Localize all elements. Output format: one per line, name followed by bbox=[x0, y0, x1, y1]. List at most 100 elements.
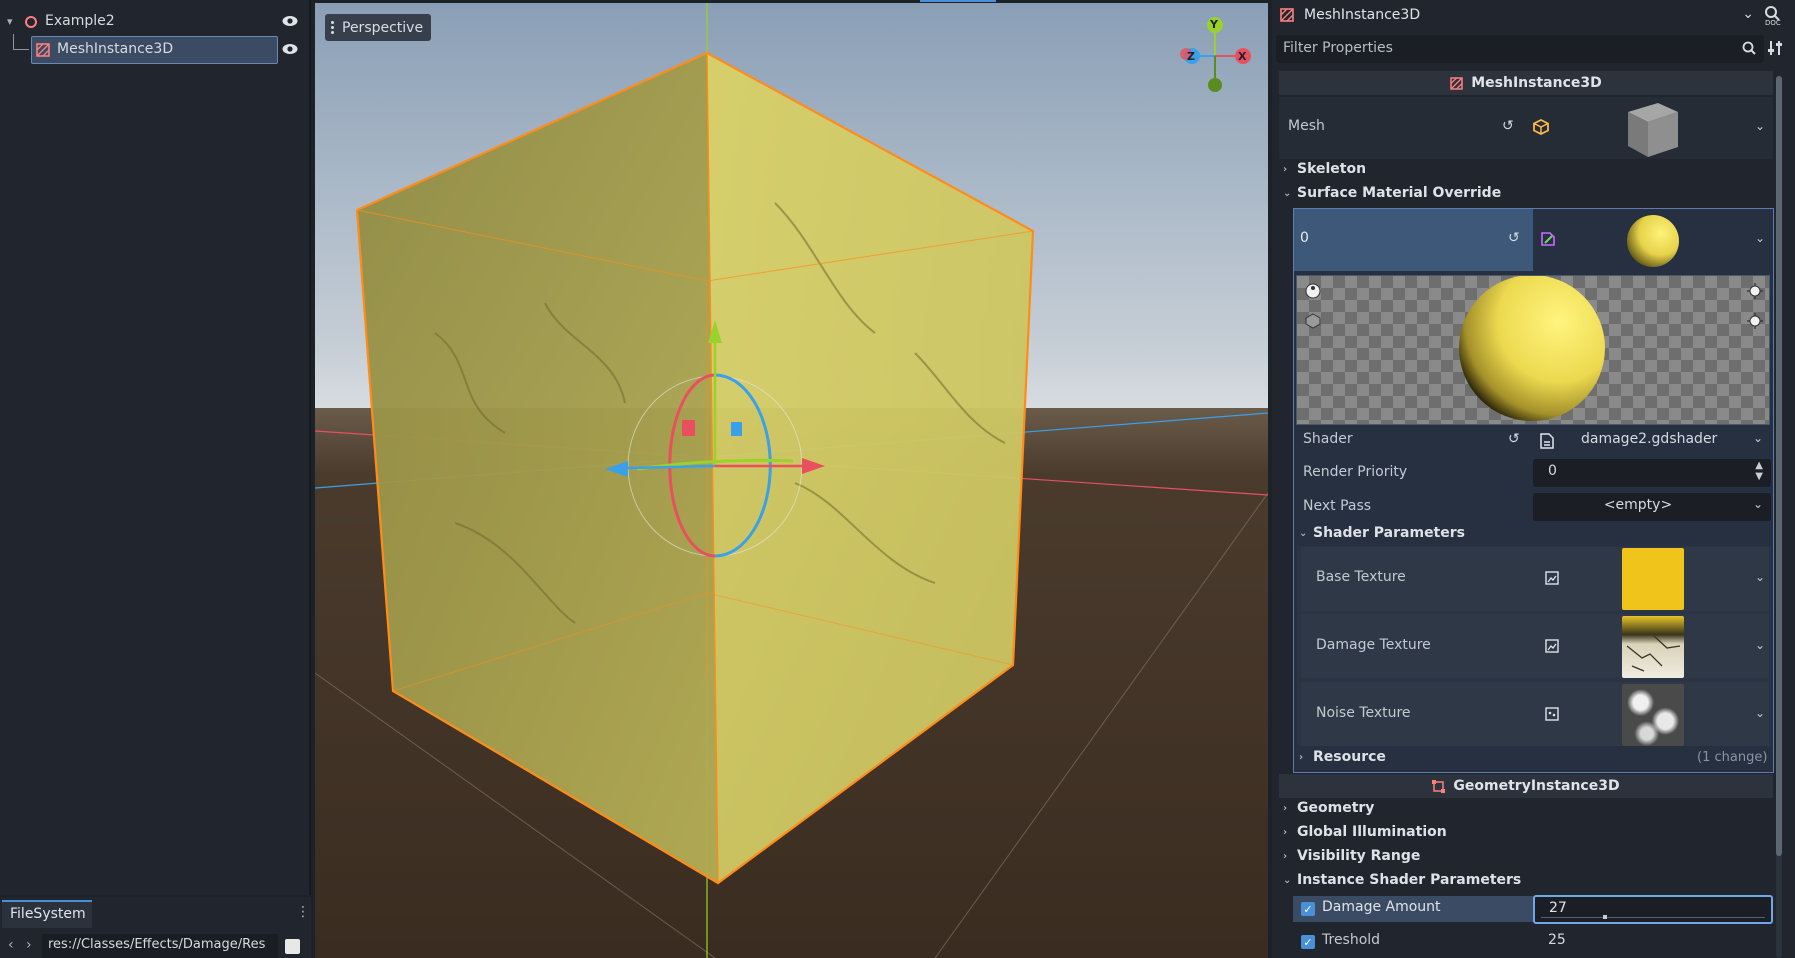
texture2d-icon bbox=[1545, 639, 1559, 657]
material-sphere-preview bbox=[1458, 276, 1606, 422]
mesh-instance-icon bbox=[1450, 76, 1463, 90]
forward-arrow-icon[interactable]: › bbox=[26, 937, 32, 953]
geometry-instance-icon bbox=[1432, 779, 1446, 793]
filter-properties-input[interactable]: Filter Properties bbox=[1276, 35, 1764, 63]
category-label: Resource bbox=[1313, 749, 1386, 765]
damage-amount-slider[interactable] bbox=[1541, 915, 1765, 919]
gizmo-z-label[interactable]: Z bbox=[1187, 50, 1195, 63]
damage-amount-value: 27 bbox=[1549, 900, 1567, 916]
scene-tree-panel: ▾ Example2 MeshInstance3D bbox=[0, 0, 311, 895]
noise-texture-label: Noise Texture bbox=[1316, 705, 1411, 721]
treshold-input[interactable]: 25 bbox=[1533, 928, 1773, 956]
shader-material-icon bbox=[1540, 231, 1556, 251]
next-pass-label: Next Pass bbox=[1303, 498, 1372, 514]
render-priority-label: Render Priority bbox=[1303, 464, 1408, 480]
category-shader-parameters[interactable]: ⌄ Shader Parameters bbox=[1299, 525, 1465, 541]
light1-icon[interactable] bbox=[1747, 283, 1763, 303]
next-pass-picker[interactable]: <empty> ⌄ bbox=[1533, 493, 1771, 521]
light2-icon[interactable] bbox=[1747, 313, 1763, 333]
chevron-down-icon[interactable]: ⌄ bbox=[1755, 231, 1765, 245]
damage-amount-label: Damage Amount bbox=[1322, 899, 1441, 915]
damage-amount-input[interactable]: 27 bbox=[1533, 895, 1773, 924]
shader-value: damage2.gdshader bbox=[1581, 431, 1718, 447]
treshold-label: Treshold bbox=[1322, 932, 1381, 948]
damage-texture-label: Damage Texture bbox=[1316, 637, 1431, 653]
search-icon bbox=[1742, 41, 1756, 59]
tree-item-meshinstance3d[interactable]: MeshInstance3D bbox=[0, 36, 300, 64]
perspective-menu-button[interactable]: Perspective bbox=[325, 14, 432, 41]
shader-resource-picker[interactable]: damage2.gdshader ⌄ bbox=[1533, 428, 1771, 454]
tree-item-example2[interactable]: ▾ Example2 bbox=[0, 8, 300, 36]
gizmo-y-label[interactable]: Y bbox=[1210, 18, 1218, 31]
chevron-down-icon[interactable]: ⌄ bbox=[1742, 6, 1754, 22]
tools-sliders-icon[interactable] bbox=[1768, 40, 1782, 60]
category-resource[interactable]: › Resource bbox=[1299, 749, 1386, 765]
svg-text:DOC: DOC bbox=[1765, 19, 1781, 26]
mesh-label: Mesh bbox=[1288, 118, 1325, 134]
inspector-object-selector[interactable]: MeshInstance3D ⌄ bbox=[1276, 2, 1760, 30]
chevron-down-icon[interactable]: ⌄ bbox=[1755, 119, 1765, 133]
scene-render bbox=[315, 3, 1268, 958]
chevron-down-icon[interactable]: ⌄ bbox=[1755, 638, 1765, 652]
box-mesh-icon bbox=[1533, 118, 1549, 139]
chevron-down-icon: ⌄ bbox=[1283, 187, 1292, 199]
next-pass-value: <empty> bbox=[1603, 497, 1673, 513]
category-label: Skeleton bbox=[1297, 161, 1367, 177]
chevron-down-icon[interactable]: ⌄ bbox=[1753, 431, 1763, 445]
category-geometry[interactable]: › Geometry bbox=[1283, 800, 1374, 816]
material-preview bbox=[1296, 275, 1770, 425]
tree-item-label: Example2 bbox=[45, 13, 115, 29]
render-priority-spinbox[interactable]: 0 ▲ ▼ bbox=[1533, 459, 1771, 487]
inspector-scrollbar[interactable] bbox=[1776, 76, 1782, 958]
chevron-right-icon: › bbox=[1283, 802, 1288, 814]
noise-texture-thumbnail[interactable] bbox=[1622, 684, 1684, 746]
chevron-right-icon: › bbox=[1283, 163, 1288, 175]
treshold-value: 25 bbox=[1548, 932, 1566, 948]
render-priority-value: 0 bbox=[1548, 463, 1557, 479]
active-tab-indicator bbox=[920, 0, 996, 2]
category-visibility-range[interactable]: › Visibility Range bbox=[1283, 848, 1420, 864]
reset-icon[interactable]: ↺ bbox=[1502, 118, 1514, 134]
mesh-preview-thumbnail[interactable] bbox=[1620, 100, 1680, 158]
gizmo-x-label[interactable]: X bbox=[1238, 50, 1246, 63]
visibility-eye-icon[interactable] bbox=[281, 42, 301, 58]
noise-texture-icon bbox=[1545, 707, 1559, 725]
chevron-down-icon[interactable]: ⌄ bbox=[1755, 706, 1765, 720]
geometry-section-title: GeometryInstance3D bbox=[1453, 778, 1620, 794]
geometry-section-header: GeometryInstance3D bbox=[1279, 774, 1773, 798]
material-preview-thumbnail[interactable] bbox=[1625, 213, 1681, 269]
damage-amount-checkbox[interactable]: ✓ bbox=[1301, 902, 1315, 916]
damage-texture-thumbnail[interactable] bbox=[1622, 616, 1684, 678]
category-label: Geometry bbox=[1297, 800, 1375, 816]
chevron-down-icon[interactable]: ⌄ bbox=[1753, 497, 1763, 511]
scrollbar-thumb[interactable] bbox=[1776, 76, 1782, 856]
reset-icon[interactable]: ↺ bbox=[1508, 230, 1520, 246]
layout-toggle-icon[interactable] bbox=[285, 939, 300, 954]
mesh-instance-icon bbox=[1280, 8, 1294, 26]
mesh-shape-toggle-icon[interactable] bbox=[1305, 313, 1321, 333]
filesystem-path-bar: ‹ › res://Classes/Effects/Damage/Res bbox=[0, 934, 311, 958]
dock-menu-icon[interactable]: ⋮ bbox=[296, 904, 310, 920]
reset-icon[interactable]: ↺ bbox=[1508, 431, 1520, 447]
base-texture-thumbnail[interactable] bbox=[1622, 548, 1684, 610]
help-doc-icon[interactable]: DOC bbox=[1763, 4, 1787, 30]
surface-index-row[interactable] bbox=[1294, 209, 1533, 271]
3d-viewport[interactable]: Y X Z Perspective bbox=[315, 3, 1268, 958]
chevron-right-icon: › bbox=[1283, 826, 1288, 838]
treshold-checkbox[interactable]: ✓ bbox=[1301, 935, 1315, 949]
path-input[interactable]: res://Classes/Effects/Damage/Res bbox=[42, 934, 278, 958]
chevron-down-icon[interactable]: ⌄ bbox=[1755, 570, 1765, 584]
category-global-illumination[interactable]: › Global Illumination bbox=[1283, 824, 1447, 840]
light-toggle-icon[interactable] bbox=[1305, 283, 1321, 303]
collapse-arrow-icon[interactable]: ▾ bbox=[7, 15, 13, 28]
view-mode-label: Perspective bbox=[342, 19, 424, 36]
class-section-header: MeshInstance3D bbox=[1279, 71, 1773, 95]
chevron-down-icon: ⌄ bbox=[1283, 874, 1292, 886]
visibility-eye-icon[interactable] bbox=[281, 14, 301, 30]
spinner-arrows-icon[interactable]: ▲ ▼ bbox=[1755, 460, 1763, 482]
back-arrow-icon[interactable]: ‹ bbox=[8, 937, 14, 953]
tab-filesystem[interactable]: FileSystem bbox=[2, 900, 92, 928]
category-skeleton[interactable]: › Skeleton bbox=[1283, 161, 1366, 177]
category-instance-shader-parameters[interactable]: ⌄ Instance Shader Parameters bbox=[1283, 872, 1521, 888]
category-surface-material-override[interactable]: ⌄ Surface Material Override bbox=[1283, 185, 1501, 201]
